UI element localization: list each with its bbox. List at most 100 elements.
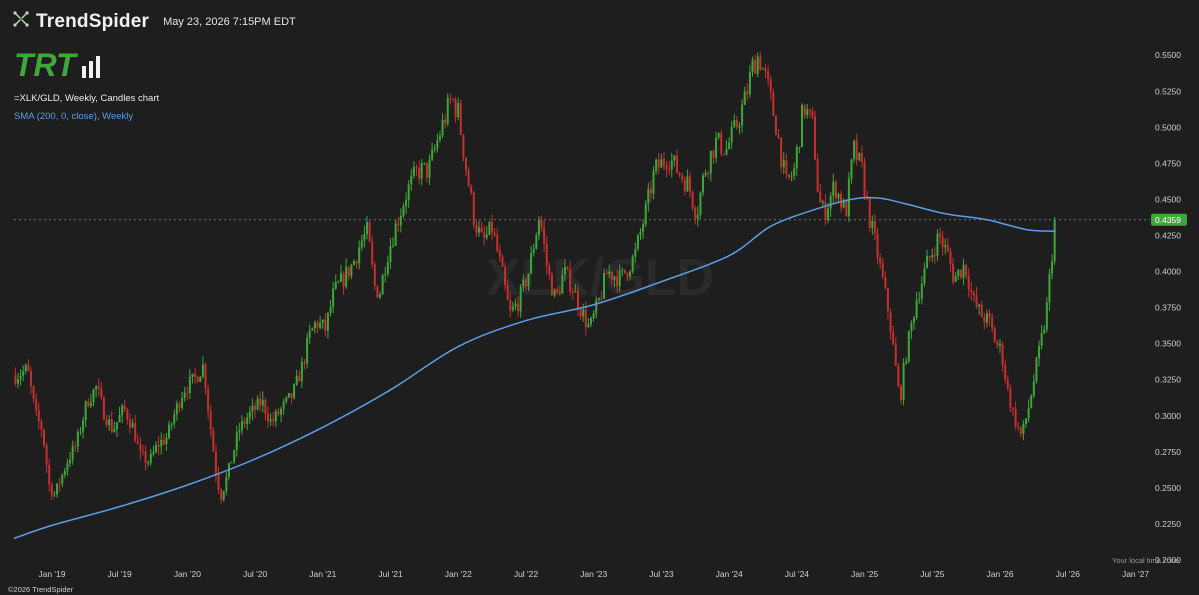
chart-legend-main[interactable]: =XLK/GLD, Weekly, Candles chart — [14, 93, 159, 104]
candle-body — [584, 309, 587, 327]
candle-body — [860, 152, 863, 163]
candle-body — [709, 150, 712, 174]
candle-body — [48, 464, 51, 485]
candle-body — [480, 227, 483, 233]
candle-body — [949, 251, 952, 264]
candle-body — [1030, 396, 1033, 408]
candle-body — [381, 274, 384, 295]
candle-body — [464, 157, 467, 171]
candle-body — [907, 331, 910, 362]
candle-body — [774, 115, 777, 136]
candle-body — [43, 429, 46, 446]
candle-body — [35, 399, 38, 411]
candle-body — [761, 68, 764, 70]
candle-body — [1035, 358, 1038, 382]
candle-body — [134, 422, 137, 442]
y-tick-label: 0.4500 — [1155, 194, 1181, 204]
candle-body — [243, 420, 246, 424]
candle-body — [321, 319, 324, 323]
candle-body — [847, 178, 850, 217]
candle-body — [240, 420, 243, 431]
candle-body — [855, 140, 858, 161]
candle-body — [181, 397, 184, 408]
candle-body — [845, 200, 848, 217]
candle-body — [540, 220, 543, 228]
candle-body — [108, 419, 111, 426]
candle-body — [931, 254, 934, 258]
candle-body — [933, 254, 936, 256]
brand-name[interactable]: TrendSpider — [36, 11, 149, 33]
candle-body — [936, 233, 939, 256]
candle-body — [644, 203, 647, 225]
candle-body — [298, 375, 301, 382]
candle-body — [269, 419, 272, 422]
candle-body — [402, 206, 405, 216]
candle-body — [751, 59, 754, 73]
price-chart[interactable]: XLK/GLD 0.20000.22500.25000.27500.30000.… — [0, 0, 1199, 595]
candle-body — [345, 266, 348, 287]
candle-body — [350, 265, 353, 277]
candle-body — [191, 373, 194, 377]
candle-body — [1045, 302, 1048, 330]
candle-body — [95, 386, 98, 390]
candle-body — [629, 271, 632, 277]
candle-body — [53, 494, 56, 496]
candle-body — [425, 162, 428, 178]
candle-body — [306, 337, 309, 364]
candle-body — [834, 181, 837, 199]
candle-body — [543, 227, 546, 244]
candle-body — [155, 444, 158, 452]
x-tick-label: Jan '25 — [851, 569, 878, 579]
candle-body — [368, 222, 371, 242]
candle-body — [186, 392, 189, 394]
candle-body — [691, 191, 694, 208]
candle-body — [324, 319, 327, 331]
chart-legend-sma[interactable]: SMA (200, 0, close), Weekly — [14, 111, 133, 122]
candle-body — [233, 450, 236, 462]
y-tick-label: 0.5500 — [1155, 50, 1181, 60]
candle-body — [962, 264, 965, 278]
candle-body — [1043, 329, 1046, 333]
candle-body — [556, 289, 559, 293]
last-price-badge: 0.4359 — [1151, 213, 1187, 226]
candle-body — [178, 403, 181, 408]
candle-body — [459, 103, 462, 135]
candle-body — [946, 245, 949, 252]
candle-body — [493, 232, 496, 235]
candle-body — [222, 491, 225, 500]
candle-body — [379, 294, 382, 298]
y-tick-label: 0.2500 — [1155, 483, 1181, 493]
candle-body — [665, 165, 668, 170]
candle-body — [681, 175, 684, 180]
candle-body — [217, 474, 220, 490]
local-time-zone-label[interactable]: Your local time zone — [1112, 556, 1179, 565]
candle-body — [160, 439, 163, 447]
candle-body — [123, 405, 126, 410]
candle-body — [576, 290, 579, 310]
candle-body — [1004, 364, 1007, 380]
candle-body — [754, 59, 757, 74]
candle-body — [376, 285, 379, 298]
candle-body — [545, 243, 548, 266]
candle-body — [384, 273, 387, 275]
candle-body — [470, 186, 473, 193]
candle-body — [688, 176, 691, 192]
brand-bar: TrendSpider May 23, 2026 7:15PM EDT — [12, 10, 296, 33]
candle-body — [884, 277, 887, 289]
candle-body — [563, 266, 566, 275]
trendspider-icon[interactable] — [12, 10, 30, 33]
candle-body — [733, 120, 736, 127]
candle-body — [738, 125, 741, 128]
candle-body — [118, 414, 121, 423]
y-tick-label: 0.3000 — [1155, 411, 1181, 421]
candle-body — [782, 159, 785, 168]
candle-body — [162, 439, 165, 445]
candle-body — [980, 304, 983, 318]
candle-body — [587, 324, 590, 327]
candle-body — [339, 273, 342, 282]
candle-body — [996, 342, 999, 346]
candle-body — [881, 263, 884, 278]
candle-body — [840, 193, 843, 208]
candle-body — [657, 159, 660, 168]
y-tick-label: 0.4750 — [1155, 158, 1181, 168]
